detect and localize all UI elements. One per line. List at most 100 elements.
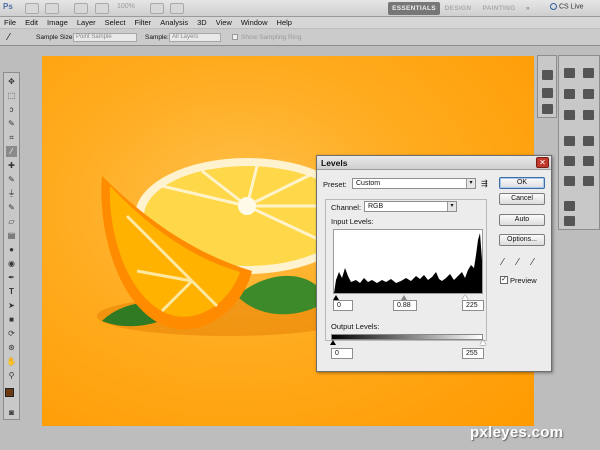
3d-orbit-tool-icon[interactable]: ⊛ <box>6 342 17 353</box>
3d-rotate-tool-icon[interactable]: ⟳ <box>6 328 17 339</box>
histogram-panel-icon[interactable] <box>564 68 575 78</box>
move-tool-icon[interactable]: ✥ <box>6 76 17 87</box>
healing-brush-tool-icon[interactable]: ✚ <box>6 160 17 171</box>
histogram-graph <box>334 233 482 293</box>
quick-select-tool-icon[interactable]: ✎ <box>6 118 17 129</box>
workspace-design[interactable]: DESIGN <box>443 2 473 15</box>
zoom-level[interactable]: 100% <box>117 3 135 10</box>
character-panel-icon[interactable] <box>564 216 575 226</box>
menu-edit[interactable]: Edit <box>25 18 38 27</box>
gradient-tool-icon[interactable]: ▤ <box>6 230 17 241</box>
watermark: pxleyes.com <box>470 424 564 441</box>
paths-panel-icon[interactable] <box>583 156 594 166</box>
eyedropper-tool-icon[interactable]: ⁄ <box>6 146 17 157</box>
sample-size-select[interactable]: Point Sample <box>73 33 137 42</box>
chevron-down-icon: ▾ <box>447 202 456 211</box>
crop-tool-icon[interactable]: ⌗ <box>6 132 17 143</box>
clone-stamp-tool-icon[interactable]: ⏚ <box>6 188 17 199</box>
workspace-essentials[interactable]: ESSENTIALS <box>388 2 440 15</box>
gray-point-eyedropper-icon[interactable]: ⁄ <box>517 257 527 269</box>
preset-options-icon[interactable]: ⇶ <box>481 179 488 188</box>
menu-filter[interactable]: Filter <box>135 18 152 27</box>
output-white-slider[interactable] <box>480 340 486 345</box>
sample-size-label: Sample Size: <box>36 34 75 41</box>
levels-dialog: Levels ✕ Preset: Custom ▾ ⇶ Channel: RGB… <box>316 155 552 372</box>
input-black-field[interactable]: 0 <box>333 300 353 311</box>
channel-select[interactable]: RGB ▾ <box>364 201 457 212</box>
shape-tool-icon[interactable]: ■ <box>6 314 17 325</box>
swatches-panel-icon[interactable] <box>583 89 594 99</box>
menu-3d[interactable]: 3D <box>197 18 207 27</box>
menu-view[interactable]: View <box>216 18 232 27</box>
pen-tool-icon[interactable]: ✒ <box>6 272 17 283</box>
eyedropper-preset-icon[interactable]: ⁄ <box>8 32 10 43</box>
blur-tool-icon[interactable]: ● <box>6 244 17 255</box>
masks-panel-icon[interactable] <box>564 136 575 146</box>
dialog-title-bar[interactable]: Levels ✕ <box>317 156 551 170</box>
tool-presets-panel-icon[interactable] <box>564 201 575 211</box>
3d-light-panel-icon[interactable] <box>542 88 553 98</box>
more-workspaces-icon[interactable]: » <box>523 2 533 15</box>
options-button[interactable]: Options... <box>499 234 545 246</box>
path-selection-tool-icon[interactable]: ➤ <box>6 300 17 311</box>
quick-mask-icon[interactable]: ◙ <box>6 407 17 418</box>
history-brush-tool-icon[interactable]: ✎ <box>6 202 17 213</box>
eraser-tool-icon[interactable]: ▱ <box>6 216 17 227</box>
arrange-documents-icon[interactable] <box>150 3 164 14</box>
dodge-tool-icon[interactable]: ◉ <box>6 258 17 269</box>
output-black-slider[interactable] <box>330 340 336 345</box>
adjustments-panel-icon[interactable] <box>583 110 594 120</box>
dialog-title: Levels <box>321 158 348 168</box>
hand-tool-icon[interactable] <box>95 3 109 14</box>
preview-checkbox[interactable]: ✓ <box>500 276 508 284</box>
sample-select[interactable]: All Layers <box>169 33 221 42</box>
chevron-down-icon: ▾ <box>466 179 475 188</box>
menu-analysis[interactable]: Analysis <box>160 18 188 27</box>
type-tool-icon[interactable]: T <box>6 286 17 297</box>
menu-window[interactable]: Window <box>241 18 268 27</box>
launch-mini-bridge-icon[interactable] <box>45 3 59 14</box>
input-histogram <box>333 229 483 294</box>
cancel-button[interactable]: Cancel <box>499 193 545 205</box>
marquee-tool-icon[interactable]: ⬚ <box>6 90 17 101</box>
menu-image[interactable]: Image <box>47 18 68 27</box>
channel-label: Channel: <box>331 203 362 212</box>
cs-live-button[interactable]: CS Live <box>550 3 583 10</box>
white-point-eyedropper-icon[interactable]: ⁄ <box>532 257 542 269</box>
brushes-panel-icon[interactable] <box>564 176 575 186</box>
view-extras-icon[interactable] <box>74 3 88 14</box>
channels-panel-icon[interactable] <box>564 156 575 166</box>
menu-help[interactable]: Help <box>277 18 292 27</box>
zoom-tool-icon[interactable]: ⚲ <box>6 370 17 381</box>
foreground-color-swatch[interactable] <box>5 388 14 397</box>
output-levels-label: Output Levels: <box>331 322 380 331</box>
output-black-field[interactable]: 0 <box>331 348 353 359</box>
menu-select[interactable]: Select <box>105 18 126 27</box>
launch-bridge-icon[interactable] <box>25 3 39 14</box>
menu-layer[interactable]: Layer <box>77 18 96 27</box>
screen-mode-icon[interactable] <box>170 3 184 14</box>
layers-panel-icon[interactable] <box>583 136 594 146</box>
hand-tool-icon[interactable]: ✋ <box>6 356 17 367</box>
ok-button[interactable]: OK <box>499 177 545 189</box>
brush-tool-icon[interactable]: ✎ <box>6 174 17 185</box>
black-point-eyedropper-icon[interactable]: ⁄ <box>502 257 512 269</box>
options-bar: ⁄ Sample Size: Point Sample Sample: All … <box>0 29 600 46</box>
output-white-field[interactable]: 255 <box>462 348 484 359</box>
auto-button[interactable]: Auto <box>499 214 545 226</box>
info-panel-icon[interactable] <box>583 68 594 78</box>
lasso-tool-icon[interactable]: ↄ <box>6 104 17 115</box>
clone-source-panel-icon[interactable] <box>583 176 594 186</box>
color-panel-icon[interactable] <box>564 89 575 99</box>
workspace-painting[interactable]: PAINTING <box>480 2 518 15</box>
menu-file[interactable]: File <box>4 18 16 27</box>
show-ring-checkbox[interactable] <box>232 34 238 40</box>
styles-panel-icon[interactable] <box>564 110 575 120</box>
panel-dock-collapsed-a <box>537 55 557 118</box>
input-gamma-field[interactable]: 0.88 <box>393 300 417 311</box>
3d-camera-panel-icon[interactable] <box>542 104 553 114</box>
input-white-field[interactable]: 225 <box>462 300 484 311</box>
close-icon[interactable]: ✕ <box>536 157 549 168</box>
preset-select[interactable]: Custom ▾ <box>352 178 476 189</box>
3d-panel-icon[interactable] <box>542 70 553 80</box>
